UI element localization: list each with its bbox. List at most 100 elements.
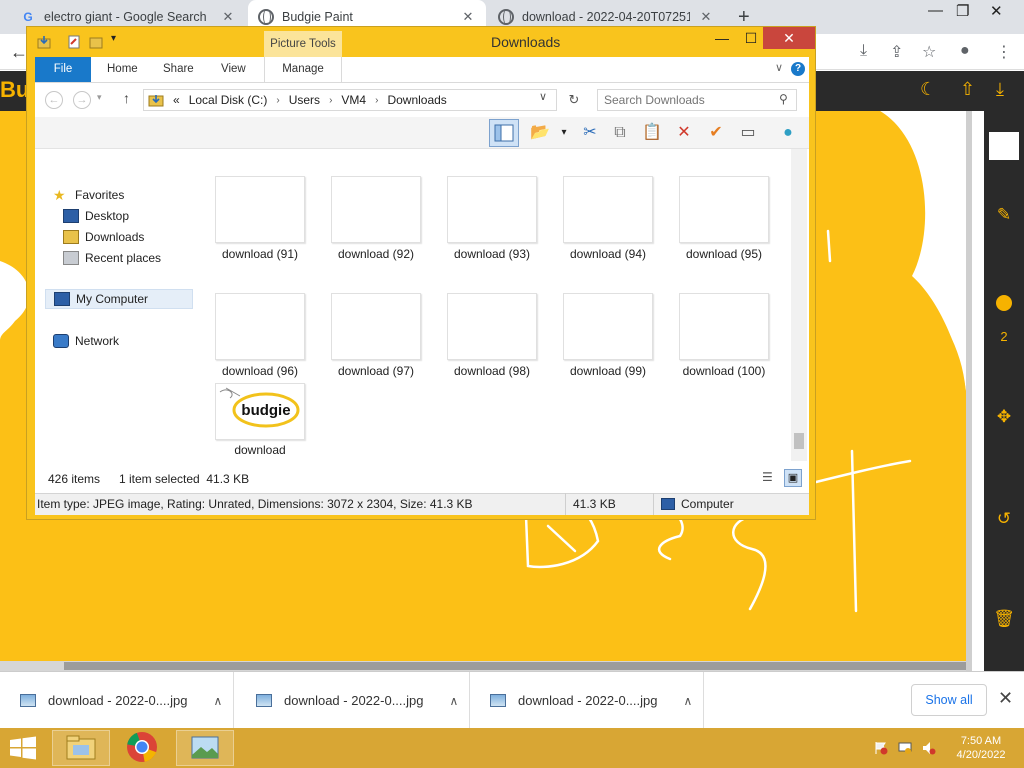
breadcrumb-separator-icon[interactable]: › <box>276 95 279 106</box>
dropdown-icon[interactable]: ▾ <box>551 121 577 145</box>
recent-locations-icon[interactable]: ▾ <box>97 92 102 103</box>
tab-file[interactable]: File <box>35 57 91 82</box>
copy-icon[interactable]: ⧉ <box>607 121 633 145</box>
vertical-scrollbar[interactable] <box>966 111 972 671</box>
file-name: download (95) <box>685 247 763 261</box>
trash-icon[interactable]: 🗑 <box>984 609 1024 629</box>
tab-manage[interactable]: Manage <box>264 57 342 82</box>
back-icon[interactable]: ← <box>45 91 63 109</box>
expand-ribbon-icon[interactable]: ∨ <box>775 61 783 74</box>
help-icon[interactable]: ? <box>791 62 805 76</box>
file-item[interactable]: download (96) <box>203 288 313 398</box>
taskbar-file-explorer[interactable] <box>52 730 110 766</box>
explorer-titlebar[interactable]: ▾ Picture Tools Downloads — ☐ ✕ <box>27 27 817 57</box>
undo-icon[interactable]: ↺ <box>984 509 1024 529</box>
flag-alert-icon[interactable] <box>874 741 888 755</box>
move-icon[interactable]: ✥ <box>984 407 1024 427</box>
save-download-icon[interactable]: ⤓ <box>996 79 1004 100</box>
minimize-icon[interactable]: — <box>928 2 943 19</box>
download-item[interactable]: download - 2022-0....jpg ∧ <box>470 672 704 729</box>
tab-home[interactable]: Home <box>95 57 150 82</box>
scroll-thumb[interactable] <box>794 433 804 449</box>
refresh-icon[interactable]: ↻ <box>563 89 585 111</box>
nav-favorites[interactable]: ★ Favorites <box>53 185 211 205</box>
nav-network[interactable]: Network <box>53 331 211 351</box>
tab-view[interactable]: View <box>209 57 258 82</box>
close-icon[interactable]: ✕ <box>998 688 1013 709</box>
file-item[interactable]: download (91) <box>203 171 313 281</box>
system-clock[interactable]: 7:50 AM 4/20/2022 <box>946 734 1016 762</box>
brush-color-dot[interactable] <box>996 295 1012 311</box>
downloads-shelf: download - 2022-0....jpg ∧ download - 20… <box>0 671 1024 729</box>
file-item[interactable]: download (99) <box>551 288 661 398</box>
paste-icon[interactable]: 📋 <box>639 121 665 145</box>
new-folder-icon[interactable] <box>89 35 103 49</box>
horizontal-scrollbar[interactable] <box>0 661 970 671</box>
close-tab-icon[interactable]: ✕ <box>698 9 714 25</box>
file-item[interactable]: download (92) <box>319 171 429 281</box>
network-status-icon[interactable] <box>898 741 912 755</box>
windows-start-icon[interactable] <box>8 736 38 760</box>
close-window-icon[interactable]: ✕ <box>990 2 1003 20</box>
restore-icon[interactable]: ❐ <box>956 2 969 20</box>
show-all-button[interactable]: Show all <box>911 684 987 716</box>
menu-kebab-icon[interactable]: ⋮ <box>996 42 1012 62</box>
nav-my-computer[interactable]: My Computer <box>45 289 193 309</box>
breadcrumb-separator-icon[interactable]: › <box>329 95 332 106</box>
volume-muted-icon[interactable] <box>922 741 936 755</box>
breadcrumb-vm4[interactable]: VM4 <box>341 93 366 107</box>
close-tab-icon[interactable]: ✕ <box>460 9 476 25</box>
file-item[interactable]: download (94) <box>551 171 661 281</box>
folder-quick-access-icon[interactable] <box>37 35 51 49</box>
chevron-up-icon[interactable]: ∧ <box>683 694 692 708</box>
address-breadcrumb[interactable]: « Local Disk (C:) › Users › VM4 › Downlo… <box>143 89 557 111</box>
cut-scissors-icon[interactable]: ✂ <box>577 121 603 145</box>
file-list-scrollbar[interactable] <box>791 149 807 461</box>
close-tab-icon[interactable]: ✕ <box>220 9 236 25</box>
bookmark-star-icon[interactable]: ☆ <box>922 42 936 62</box>
up-arrow-icon[interactable]: ↑ <box>123 90 130 106</box>
download-icon[interactable]: ⤓ <box>860 42 867 60</box>
details-view-icon[interactable]: ☰ <box>762 470 773 484</box>
file-item[interactable]: download (93) <box>435 171 545 281</box>
breadcrumb-downloads[interactable]: Downloads <box>387 93 446 107</box>
preview-pane-icon[interactable] <box>489 119 519 147</box>
search-icon[interactable]: ⚲ <box>779 92 788 106</box>
pencil-icon[interactable]: ✎ <box>984 205 1024 225</box>
checkmark-icon[interactable]: ✔ <box>703 121 729 145</box>
breadcrumb-local-disk[interactable]: Local Disk (C:) <box>189 93 268 107</box>
tab-share[interactable]: Share <box>151 57 206 82</box>
download-item[interactable]: download - 2022-0....jpg ∧ <box>236 672 470 729</box>
quick-access-dropdown-icon[interactable]: ▾ <box>111 33 125 47</box>
forward-icon[interactable]: → <box>73 91 91 109</box>
profile-avatar-icon[interactable]: ● <box>960 42 970 60</box>
address-dropdown-icon[interactable]: ∨ <box>539 90 547 103</box>
close-icon[interactable]: ✕ <box>763 27 815 49</box>
folder-check-icon[interactable]: 📂 <box>527 121 553 145</box>
horizontal-scroll-thumb[interactable] <box>64 662 968 670</box>
download-item[interactable]: download - 2022-0....jpg ∧ <box>0 672 234 729</box>
delete-x-icon[interactable]: ✕ <box>671 121 697 145</box>
breadcrumb-users[interactable]: Users <box>289 93 320 107</box>
maximize-icon[interactable]: ☐ <box>739 27 763 49</box>
chevron-up-icon[interactable]: ∧ <box>449 694 458 708</box>
chevron-up-icon[interactable]: ∧ <box>213 694 222 708</box>
file-item[interactable]: download (100) <box>667 288 777 398</box>
breadcrumb-overflow[interactable]: « <box>173 93 180 107</box>
share-icon[interactable]: ⇪ <box>890 42 903 62</box>
large-icons-view-icon[interactable]: ▣ <box>784 469 802 487</box>
rename-icon[interactable]: ▭ <box>735 121 761 145</box>
search-input[interactable] <box>597 89 797 111</box>
breadcrumb-separator-icon[interactable]: › <box>375 95 378 106</box>
properties-icon[interactable] <box>67 35 81 49</box>
file-item[interactable]: download (95) <box>667 171 777 281</box>
color-swatch[interactable] <box>989 132 1019 160</box>
upload-icon[interactable]: ⇧ <box>960 79 975 100</box>
file-item[interactable]: download (97) <box>319 288 429 398</box>
taskbar-photos[interactable] <box>176 730 234 766</box>
globe-button-icon[interactable]: ● <box>775 121 801 145</box>
minimize-icon[interactable]: — <box>709 27 735 49</box>
moon-icon[interactable]: ☾ <box>920 79 936 100</box>
taskbar-chrome[interactable] <box>114 730 172 766</box>
file-item[interactable]: download (98) <box>435 288 545 398</box>
